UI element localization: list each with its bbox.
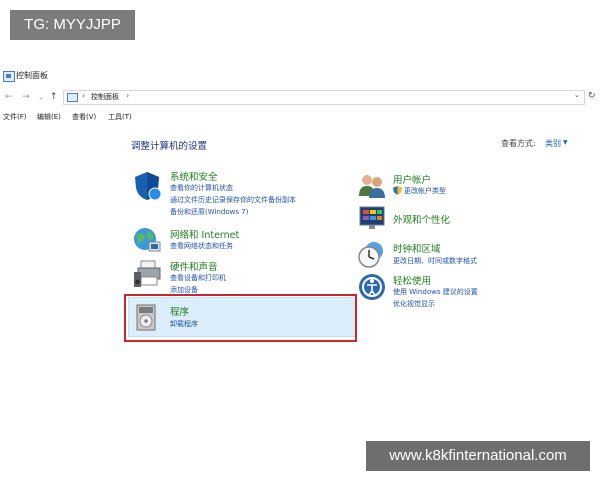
link-backup-restore[interactable]: 备份和还原(Windows 7) [170, 207, 248, 217]
link-add-device[interactable]: 添加设备 [170, 285, 198, 295]
category-programs[interactable]: 程序 [170, 304, 189, 318]
menu-tools[interactable]: 工具(T) [108, 112, 132, 122]
printer-speaker-icon[interactable] [132, 258, 164, 290]
category-user-accounts[interactable]: 用户帐户 [393, 172, 431, 186]
menu-file[interactable]: 文件(F) [3, 112, 27, 122]
link-windows-suggested-settings[interactable]: 使用 Windows 建议的设置 [393, 287, 478, 297]
breadcrumb-separator-icon[interactable]: › [126, 91, 129, 100]
link-network-status[interactable]: 查看网络状态和任务 [170, 241, 233, 251]
view-by-label: 查看方式: [501, 139, 536, 148]
watermark-url: www.k8kfinternational.com [366, 441, 590, 471]
title-bar: 控制面板 [0, 68, 600, 86]
breadcrumb-separator-icon[interactable]: › [82, 91, 85, 100]
watermark-tag: TG: MYYJJPP [10, 10, 135, 40]
refresh-icon[interactable]: ↻ [588, 91, 596, 101]
forward-arrow-icon[interactable]: → [22, 91, 30, 103]
navigation-bar: ← → ⌄ ↑ › 控制面板 › ⌄ ↻ [0, 89, 600, 105]
address-dropdown-icon[interactable]: ⌄ [574, 91, 580, 99]
category-ease-of-access[interactable]: 轻松使用 [393, 273, 431, 287]
category-clock-region[interactable]: 时钟和区域 [393, 241, 441, 255]
uac-shield-icon [393, 186, 402, 195]
menu-bar: 文件(F) 编辑(E) 查看(V) 工具(T) [0, 112, 600, 124]
category-appearance-personalization[interactable]: 外观和个性化 [393, 212, 450, 226]
address-bar[interactable]: › 控制面板 › ⌄ [63, 90, 585, 105]
link-view-computer-status[interactable]: 查看你的计算机状态 [170, 183, 233, 193]
control-panel-icon [3, 71, 15, 82]
category-network-internet[interactable]: 网络和 Internet [170, 227, 239, 241]
link-optimize-visual-display[interactable]: 优化视觉显示 [393, 299, 435, 309]
menu-edit[interactable]: 编辑(E) [37, 112, 61, 122]
page-title: 调整计算机的设置 [131, 141, 208, 152]
programs-icon[interactable] [134, 303, 160, 333]
ease-of-access-icon[interactable] [357, 272, 387, 302]
back-arrow-icon[interactable]: ← [5, 91, 13, 103]
clock-region-icon[interactable] [357, 240, 387, 270]
link-change-date-time-format[interactable]: 更改日期、时间或数字格式 [393, 256, 477, 266]
recent-chevron-icon[interactable]: ⌄ [38, 91, 44, 103]
link-change-account-type[interactable]: 更改帐户类型 [404, 186, 446, 196]
appearance-icon[interactable] [357, 204, 387, 232]
view-by-chevron-icon[interactable]: ▼ [563, 139, 568, 146]
link-file-history[interactable]: 通过文件历史记录保存你的文件备份副本 [170, 195, 296, 205]
window-title: 控制面板 [16, 71, 48, 80]
user-accounts-icon[interactable] [357, 172, 387, 200]
category-system-security[interactable]: 系统和安全 [170, 169, 218, 183]
up-arrow-icon[interactable]: ↑ [50, 91, 58, 103]
link-devices-printers[interactable]: 查看设备和打印机 [170, 273, 226, 283]
link-uninstall-program[interactable]: 卸载程序 [170, 319, 198, 329]
category-hardware-sound[interactable]: 硬件和声音 [170, 259, 218, 273]
address-control-panel-icon [67, 93, 78, 102]
menu-view[interactable]: 查看(V) [72, 112, 96, 122]
globe-network-icon[interactable] [132, 225, 162, 255]
view-by-dropdown[interactable]: 类别 [545, 138, 561, 149]
shield-icon[interactable] [132, 170, 162, 202]
breadcrumb-control-panel[interactable]: 控制面板 [91, 92, 119, 102]
